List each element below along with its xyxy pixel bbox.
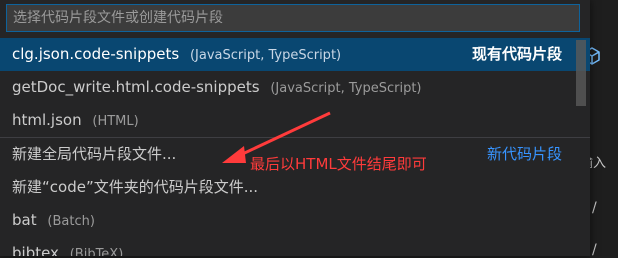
list-item-label: bibtex: [12, 244, 59, 256]
list-item-description: (JavaScript, TypeScript): [270, 81, 422, 96]
list-item-label: clg.json.code-snippets: [12, 45, 180, 63]
list-item-description: (JavaScript, TypeScript): [189, 48, 342, 63]
search-container: [0, 0, 590, 38]
editor-text-slash: /: [592, 200, 597, 216]
list-item-clg-snippets[interactable]: clg.json.code-snippets (JavaScript, Type…: [0, 38, 590, 71]
list-item-label: getDoc_write.html.code-snippets: [12, 78, 260, 96]
list-item-description: (BibTeX): [69, 247, 124, 256]
list-item-description: (Batch): [47, 214, 95, 229]
list-item-bibtex[interactable]: bibtex (BibTeX): [0, 237, 590, 256]
list-scrollbar[interactable]: [576, 40, 586, 106]
list-item-html-json[interactable]: html.json (HTML): [0, 104, 590, 137]
snippet-quick-pick: clg.json.code-snippets (JavaScript, Type…: [0, 0, 590, 256]
list-item-label: bat: [12, 211, 37, 229]
list-item-new-folder-snippet[interactable]: 新建“code”文件夹的代码片段文件...: [0, 171, 590, 204]
list-item-label: 新建“code”文件夹的代码片段文件...: [12, 178, 259, 196]
list-item-label: html.json: [12, 111, 82, 129]
group-label-existing-snippets: 现有代码片段: [471, 45, 562, 63]
list-item-bat[interactable]: bat (Batch): [0, 204, 590, 237]
group-label-new-snippets: 新代码片段: [486, 145, 562, 163]
list-item-getdoc-snippets[interactable]: getDoc_write.html.code-snippets (JavaScr…: [0, 71, 590, 104]
list-item-label: 新建全局代码片段文件...: [12, 145, 177, 163]
list-item-new-global-snippet[interactable]: 新建全局代码片段文件... 新代码片段: [0, 137, 590, 171]
list-item-description: (HTML): [92, 114, 139, 129]
search-input[interactable]: [6, 4, 580, 32]
snippet-list: clg.json.code-snippets (JavaScript, Type…: [0, 38, 590, 256]
